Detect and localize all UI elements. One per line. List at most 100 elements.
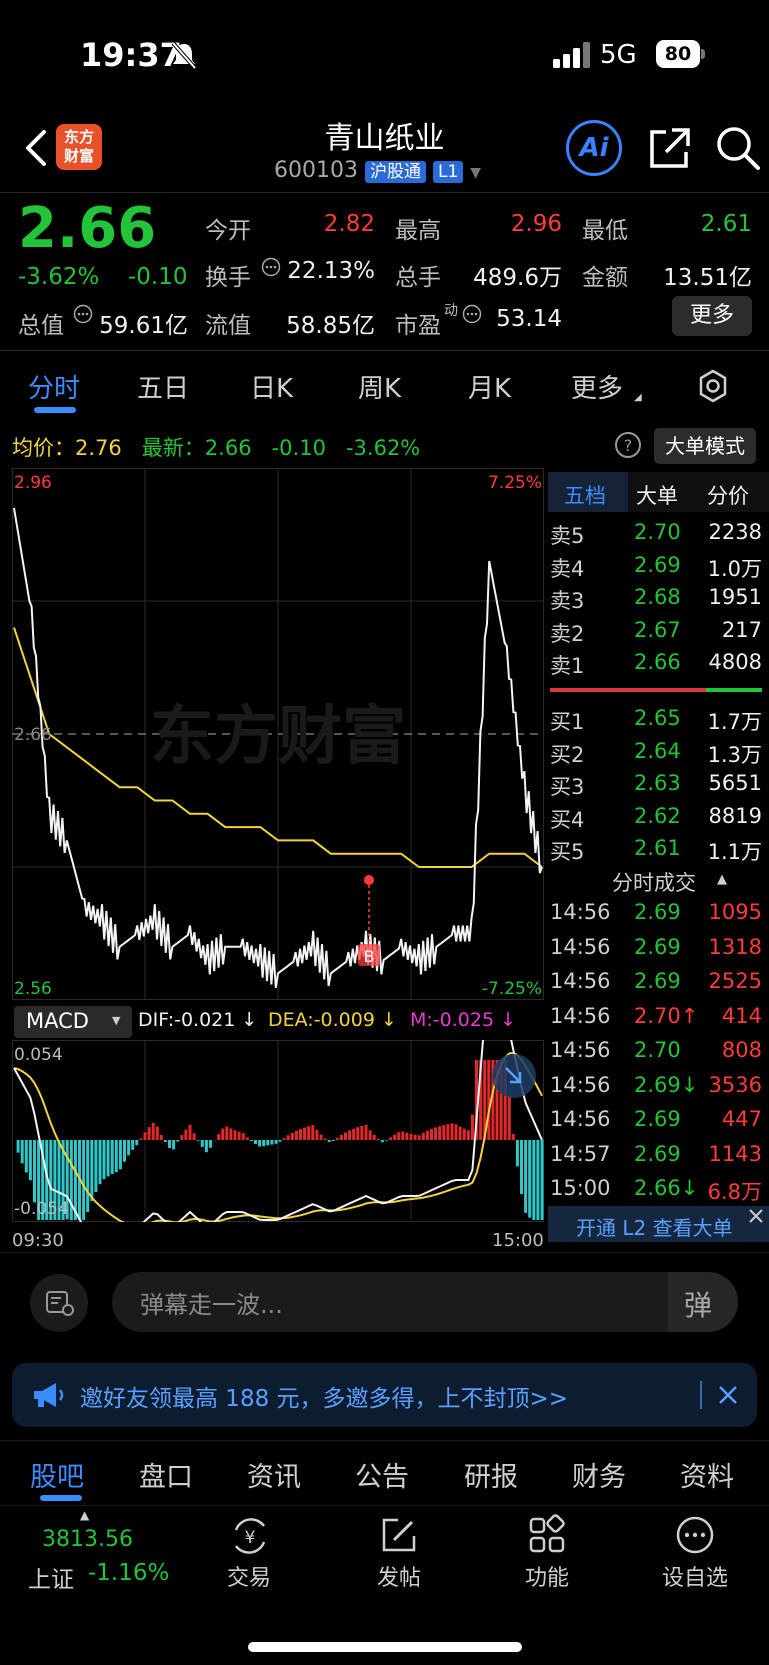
close-icon[interactable] [746,1206,766,1226]
y-mid-label: 2.66 [14,725,52,745]
macd-bar [470,1114,474,1140]
dock-watchlist-label[interactable]: 设自选 [645,1560,745,1592]
macd-top-label: 0.054 [14,1045,63,1065]
macd-bar [425,1130,429,1140]
trade-price: 2.70↑ [634,1003,699,1028]
dock-divider [0,1505,769,1506]
trade-volume: 447 [721,1107,762,1131]
more-dots-icon[interactable] [462,304,482,324]
more-button[interactable]: 更多 [672,296,752,336]
trade-row: 14:56 2.69 1318 [550,935,762,970]
dock-trade-label[interactable]: 交易 [199,1560,299,1592]
tab-weekly-k[interactable]: 周K [358,368,401,405]
macd-bar [327,1140,331,1142]
close-icon[interactable] [716,1383,740,1407]
macd-bar [344,1132,347,1140]
pe-value: 53.14 [496,306,562,332]
tab-forum[interactable]: 股吧 [30,1455,84,1494]
trade-time: 14:57 [550,1141,611,1166]
macd-bar [155,1126,159,1140]
level-volume: 1951 [708,585,762,609]
l2-promo-bar[interactable]: 开通 L2 查看大单 [548,1206,769,1242]
trades-title[interactable]: 分时成交 [612,867,696,897]
tab-announcements[interactable]: 公告 [355,1455,409,1494]
edit-post-icon[interactable] [378,1514,420,1556]
macd-bar [106,1140,110,1177]
battery-tip [701,49,705,59]
macd-bar [114,1140,118,1173]
index-value[interactable]: 3813.56 [42,1527,133,1552]
macd-bar [364,1124,368,1140]
float-label: 流值 [205,313,251,339]
settings-gear-icon[interactable] [695,368,731,404]
search-icon[interactable] [714,124,762,172]
tab-research[interactable]: 研报 [464,1455,518,1494]
dock-post-label[interactable]: 发帖 [349,1560,449,1592]
more-dots-icon[interactable] [261,257,281,277]
danmu-settings-button[interactable] [30,1274,88,1332]
macd-bar [524,1140,528,1213]
macd-bar [401,1131,405,1140]
buy-marker[interactable]: B [358,875,380,966]
stock-code-line[interactable]: 600103 沪股通 L1 ▼ [274,157,481,183]
macd-bar [315,1129,319,1140]
macd-bar [376,1138,380,1140]
level-volume: 217 [721,617,762,642]
level-price: 2.70 [634,520,681,544]
tab-five-day[interactable]: 五日 [137,368,189,405]
macd-chart: 0.054 -0.054 [12,1040,544,1222]
intraday-chart[interactable]: 东方财富 2.96 2.66 2.56 7.25% -7.25% B [12,468,544,1000]
tab-daily-k[interactable]: 日K [250,368,293,405]
more-dots-icon[interactable] [73,304,93,324]
order-book-row: 买5 2.61 1.1万 [550,836,762,869]
macd-bar [397,1132,401,1140]
l2-promo-text: 开通 L2 查看大单 [576,1216,733,1240]
macd-bar [348,1130,352,1140]
macd-bar [446,1124,450,1140]
macd-selector[interactable]: MACD ▼ [14,1006,132,1038]
tab-five-level[interactable]: 五档 [564,480,606,510]
tab-market-depth[interactable]: 盘口 [139,1455,193,1494]
macd-bar [323,1138,327,1140]
big-order-mode-button[interactable]: 大单模式 [654,428,756,464]
danmu-input[interactable]: 弹幕走一波... 弹 [112,1272,738,1332]
macd-bar [33,1140,36,1203]
more-options-icon[interactable] [674,1514,716,1556]
avg-value: 2.76 [75,436,122,460]
tab-profile[interactable]: 资料 [680,1455,734,1494]
trade-time: 14:56 [550,1072,611,1097]
trade-volume: 808 [721,1038,762,1062]
macd-bar [225,1126,229,1140]
level-volume: 1.3万 [707,742,762,767]
dock-functions-label[interactable]: 功能 [497,1560,597,1592]
index-change[interactable]: -1.16% [88,1560,169,1586]
tab-underline [34,407,76,413]
macd-bar [356,1127,360,1140]
level-volume: 1.0万 [707,556,762,581]
danmu-toggle-button[interactable]: 弹 [668,1272,738,1332]
tab-big-order[interactable]: 大单 [636,480,678,510]
share-icon[interactable] [648,126,692,170]
macd-bar [176,1140,180,1142]
scroll-to-latest-icon[interactable] [492,1054,536,1098]
macd-bar [282,1138,286,1140]
help-icon[interactable]: ? [614,431,642,459]
macd-bar [389,1137,393,1140]
macd-bar [278,1140,282,1142]
index-name[interactable]: 上证 [28,1560,74,1594]
macd-dif: DIF:-0.021 ↓ [138,1009,258,1031]
tab-monthly-k[interactable]: 月K [468,368,511,405]
trade-icon[interactable]: ¥ [228,1516,272,1556]
tab-finance[interactable]: 财务 [572,1455,626,1494]
home-indicator [248,1642,522,1652]
tab-price-breakdown[interactable]: 分价 [707,480,749,510]
invite-banner[interactable]: 邀好友领最高 188 元，多邀多得，上不封顶>> [12,1363,757,1427]
ai-button[interactable]: Ai [566,120,622,176]
functions-grid-icon[interactable] [526,1514,568,1556]
tab-more[interactable]: 更多 [571,368,623,405]
macd-bar [151,1122,155,1140]
tab-news[interactable]: 资讯 [247,1455,301,1494]
macd-bar [188,1124,192,1140]
turnover-value: 22.13% [287,258,375,284]
tab-intraday[interactable]: 分时 [28,368,80,405]
